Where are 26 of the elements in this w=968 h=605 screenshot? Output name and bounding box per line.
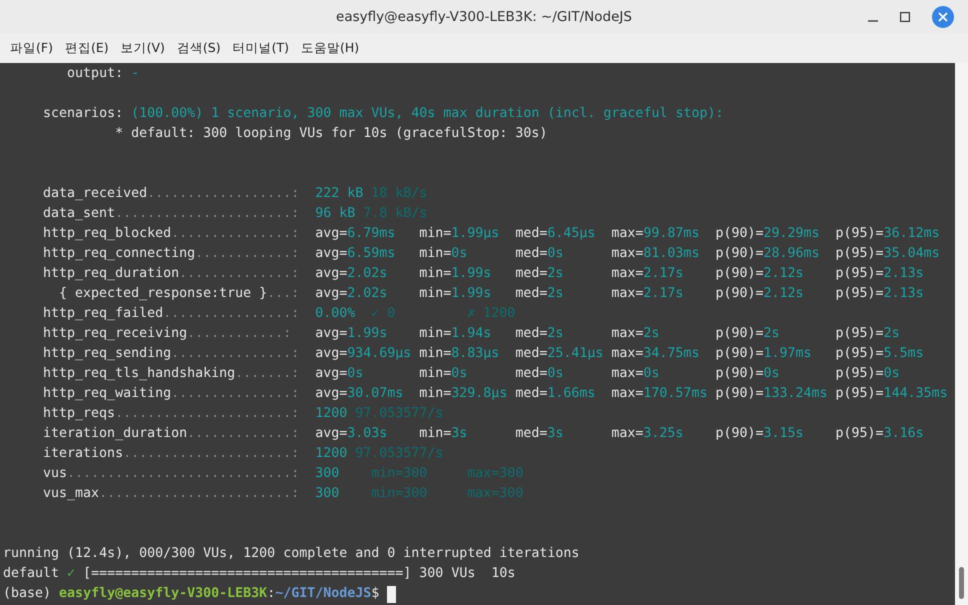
scrollbar-thumb[interactable] [959,567,964,599]
menu-item[interactable]: 파일(F) [4,40,59,56]
terminal-line: default ✓ [=======================================] 300 VUs 10s [3,565,516,583]
close-icon[interactable] [932,6,954,28]
terminal-line: http_req_blocked...............: avg=6.79ms min=1.99µs med=6.45µs max=99.87ms p(90)=29.29ms p(95)=36.12ms [42,225,941,243]
terminal-line: http_req_waiting...............: avg=30.07ms min=329.8µs med=1.66ms max=170.57ms p(90)=133.24ms p(95)=144.35ms [42,385,949,403]
terminal-line: { expected_response:true }...: avg=2.02s min=1.99s med=2s max=2.17s p(90)=2.12s p(95)=2.13s [58,285,925,303]
terminal-line: http_req_receiving............: avg=1.99s min=1.94s med=2s max=2s p(90)=2s p(95)=2s [42,325,901,343]
terminal-line: http_req_tls_handshaking.......: avg=0s min=0s med=0s max=0s p(90)=0s p(95)=0s [42,365,901,383]
menu-item[interactable]: 도움말(H) [295,40,366,56]
terminal-line: http_req_duration..............: avg=2.02s min=1.99s med=2s max=2.17s p(90)=2.12s p(95)=2.13s [42,265,925,283]
maximize-icon[interactable] [900,12,910,22]
terminal-line: iteration_duration.............: avg=3.03s min=3s med=3s max=3.25s p(90)=3.15s p(95)=3.16s [42,425,925,443]
scrollbar[interactable] [955,63,968,605]
menu-item[interactable]: 편집(E) [58,40,115,56]
menu-item[interactable]: 검색(S) [170,40,227,56]
terminal-line: http_req_connecting............: avg=6.59ms min=0s med=0s max=81.03ms p(90)=28.96ms p(95)=35.04ms [42,245,941,263]
menu-item[interactable]: 터미널(T) [226,40,296,56]
terminal-line: * default: 300 looping VUs for 10s (gracefulStop: 30s) [114,125,548,143]
terminal-line: http_req_sending...............: avg=934.69µs min=8.83µs med=25.41µs max=34.75ms p(90)=1.97ms p(95)=5.5ms [42,345,925,363]
terminal-line: (base) easyfly@easyfly-V300-LEB3K:~/GIT/NodeJS$ [3,584,955,604]
window-title: easyfly@easyfly-V300-LEB3K: ~/GIT/NodeJS [336,8,632,24]
terminal-line: scenarios: (100.00%) 1 scenario, 300 max VUs, 40s max duration (incl. graceful stop): [42,105,724,123]
terminal-line: running (12.4s), 000/300 VUs, 1200 complete and 0 interrupted iterations [3,545,580,563]
menu-item[interactable]: 보기(V) [114,40,171,56]
terminal-line: output: - [66,65,140,83]
